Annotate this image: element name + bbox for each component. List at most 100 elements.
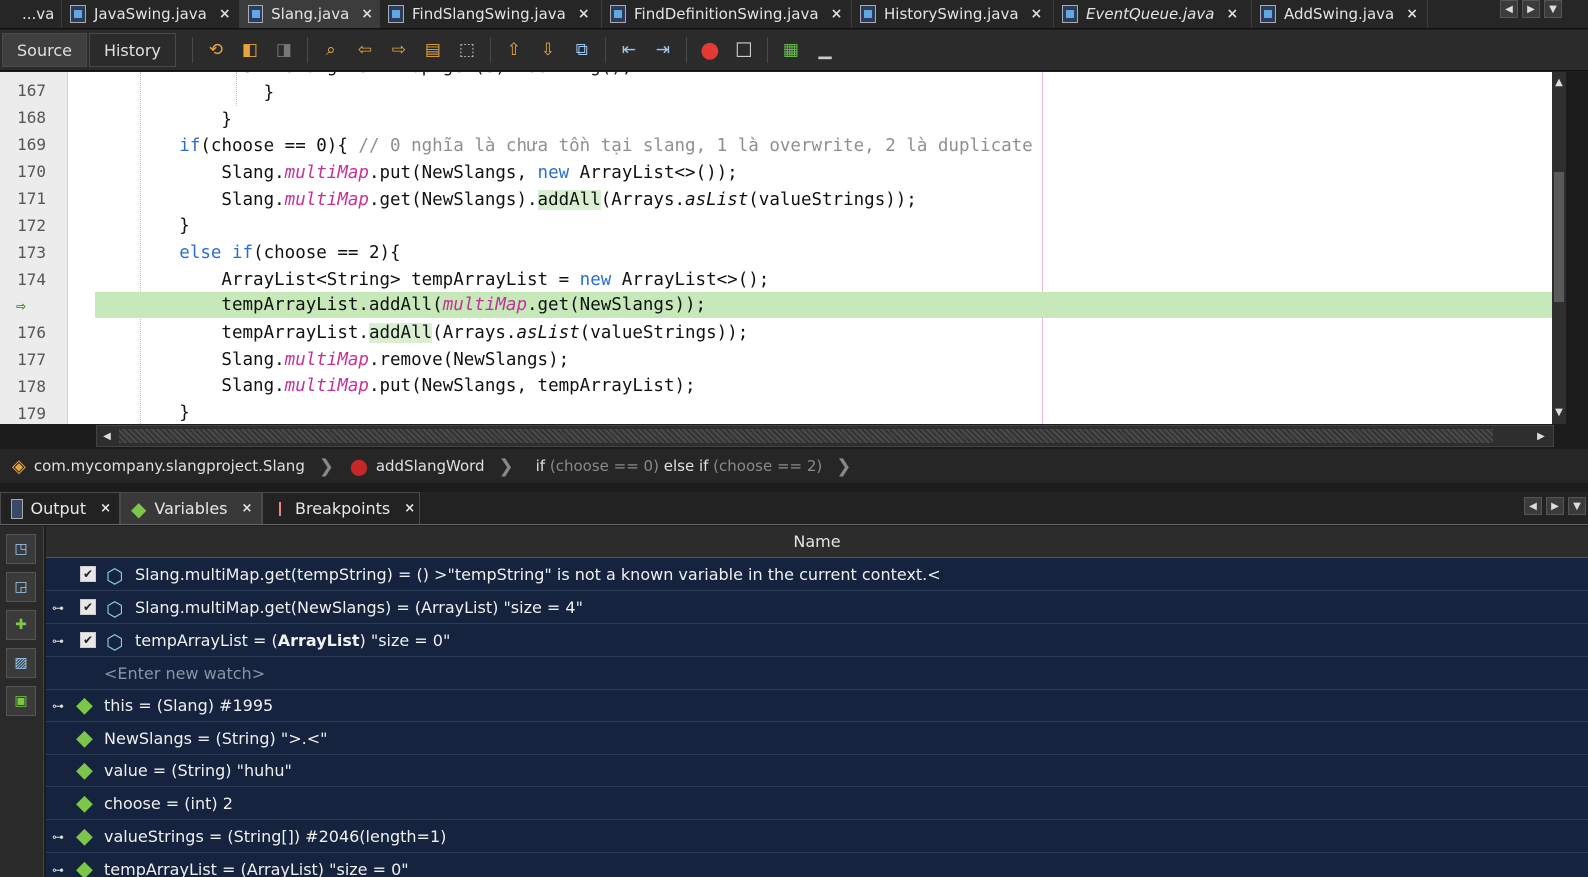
scroll-tabs-right-icon[interactable]: ▶ xyxy=(1546,497,1564,515)
horizontal-scrollbar[interactable]: ◀ ▶ xyxy=(96,425,1554,447)
panel-tab-navigation: ◀ ▶ ▼ xyxy=(1524,497,1586,515)
variable-row[interactable]: ⊶ ◆ this = (Slang) #1995 xyxy=(46,689,1588,722)
scroll-tabs-right-icon[interactable]: ▶ xyxy=(1522,0,1540,18)
code-editor[interactable]: 167 168 169 170 171 172 173 174 ⇨ 176 17… xyxy=(0,72,1566,424)
create-watch-icon[interactable]: ✚ xyxy=(6,610,36,640)
watch-row[interactable]: ⊶ ✔ ⬡ Slang.multiMap.get(NewSlangs) = (A… xyxy=(46,591,1588,624)
breadcrumb-class-label: com.mycompany.slangproject.Slang xyxy=(33,457,305,475)
expand-node-icon[interactable]: ⊶ xyxy=(52,601,70,615)
evaluate-expression-icon[interactable]: ▨ xyxy=(6,648,36,678)
history-view-button[interactable]: History xyxy=(88,33,176,67)
close-icon[interactable]: × xyxy=(578,6,590,22)
code-line: tempArrayList.addAll(Arrays.asList(value… xyxy=(95,323,749,343)
next-bookmark-icon[interactable]: ⇩ xyxy=(537,39,559,61)
editor-tab-overflow[interactable]: ...va xyxy=(0,0,62,28)
tab-output[interactable]: Output × xyxy=(0,492,120,524)
column-header-name[interactable]: Name xyxy=(46,526,1588,558)
code-line: } xyxy=(95,83,275,103)
watch-enabled-checkbox[interactable]: ✔ xyxy=(80,599,96,615)
watch-row[interactable]: ⊶ ✔ ⬡ tempArrayList = (ArrayList) "size … xyxy=(46,624,1588,657)
breadcrumb-method[interactable]: ⬤ addSlangWord ❯ xyxy=(350,456,524,477)
watch-enabled-checkbox[interactable]: ✔ xyxy=(80,632,96,648)
variable-value: value = (String) "huhu" xyxy=(104,760,292,780)
editor-tab-javaswing[interactable]: JavaSwing.java × xyxy=(62,0,240,28)
shift-left-icon[interactable]: ⇤ xyxy=(618,39,640,61)
close-icon[interactable]: × xyxy=(404,501,415,516)
toggle-bookmark-icon[interactable]: ⧉ xyxy=(571,39,593,61)
variable-row[interactable]: ⊶ ◆ tempArrayList = (ArrayList) "size = … xyxy=(46,853,1588,877)
new-watch-row[interactable]: <Enter new watch> xyxy=(46,657,1588,690)
scroll-up-icon[interactable]: ▲ xyxy=(1551,74,1567,90)
uncomment-icon[interactable]: ▁ xyxy=(814,39,836,61)
close-icon[interactable]: × xyxy=(361,6,373,22)
new-watch-placeholder[interactable]: <Enter new watch> xyxy=(104,664,265,683)
current-execution-line: tempArrayList.addAll(multiMap.get(NewSla… xyxy=(95,292,1555,318)
watch-enabled-checkbox[interactable]: ✔ xyxy=(80,566,96,582)
stop-macro-recording-icon[interactable]: ☐ xyxy=(733,38,755,62)
variable-row[interactable]: ◆ choose = (int) 2 xyxy=(46,787,1588,820)
last-edit-icon[interactable]: ⟲ xyxy=(205,39,227,61)
toggle-highlight-icon[interactable]: ▤ xyxy=(422,39,444,61)
source-view-button[interactable]: Source xyxy=(2,33,87,67)
previous-bookmark-icon[interactable]: ⇧ xyxy=(503,39,525,61)
close-icon[interactable]: × xyxy=(1031,6,1043,22)
breadcrumb: ◈ com.mycompany.slangproject.Slang ❯ ⬤ a… xyxy=(0,449,1588,483)
variable-row[interactable]: ⊶ ◆ valueStrings = (String[]) #2046(leng… xyxy=(46,820,1588,853)
line-number-gutter[interactable]: 167 168 169 170 171 172 173 174 ⇨ 176 17… xyxy=(0,72,68,424)
show-values-icon[interactable]: ▣ xyxy=(6,686,36,716)
close-icon[interactable]: × xyxy=(100,501,111,516)
editor-tab-slang[interactable]: Slang.java × xyxy=(240,0,380,28)
line-number: 174 xyxy=(17,270,46,289)
breadcrumb-condition[interactable]: if (choose == 0) else if (choose == 2) ❯ xyxy=(536,456,862,477)
find-selection-icon[interactable]: ⌕ xyxy=(320,39,342,61)
vertical-scrollbar[interactable]: ▲ ▼ xyxy=(1552,72,1566,424)
variable-icon: ◆ xyxy=(76,791,93,816)
watch-row[interactable]: ✔ ⬡ Slang.multiMap.get(tempString) = () … xyxy=(46,558,1588,591)
close-icon[interactable]: × xyxy=(831,6,843,22)
show-static-icon[interactable]: ◳ xyxy=(6,534,36,564)
toolbar-separator xyxy=(191,37,193,63)
editor-tab-eventqueue[interactable]: EventQueue.java × xyxy=(1054,0,1252,28)
find-previous-icon[interactable]: ⇦ xyxy=(354,39,376,61)
close-icon[interactable]: × xyxy=(242,501,253,516)
editor-tab-historyswing[interactable]: HistorySwing.java × xyxy=(852,0,1054,28)
forward-icon[interactable]: ◨ xyxy=(273,39,295,61)
scroll-tabs-left-icon[interactable]: ◀ xyxy=(1500,0,1518,18)
editor-tab-findslangswing[interactable]: FindSlangSwing.java × xyxy=(380,0,602,28)
toggle-rectangular-selection-icon[interactable]: ⬚ xyxy=(456,39,478,61)
breadcrumb-class[interactable]: ◈ com.mycompany.slangproject.Slang ❯ xyxy=(12,456,344,477)
scroll-left-icon[interactable]: ◀ xyxy=(99,428,115,444)
tab-variables[interactable]: ◆ Variables × xyxy=(120,492,262,524)
editor-tab-addswing[interactable]: AddSwing.java × xyxy=(1252,0,1428,28)
scroll-tabs-left-icon[interactable]: ◀ xyxy=(1524,497,1542,515)
close-icon[interactable]: × xyxy=(1226,6,1238,22)
toolbar-separator xyxy=(306,37,308,63)
scroll-right-icon[interactable]: ▶ xyxy=(1533,428,1549,444)
show-inherited-icon[interactable]: ◲ xyxy=(6,572,36,602)
scrollbar-track[interactable] xyxy=(119,429,1493,443)
find-next-icon[interactable]: ⇨ xyxy=(388,39,410,61)
breadcrumb-else-if-keyword: else if xyxy=(663,457,709,475)
expand-node-icon[interactable]: ⊶ xyxy=(52,634,70,648)
tab-breakpoints[interactable]: Breakpoints × xyxy=(262,492,420,524)
scrollbar-thumb[interactable] xyxy=(1554,172,1564,302)
close-icon[interactable]: × xyxy=(219,6,231,22)
variable-row[interactable]: ◆ NewSlangs = (String) ">.<" xyxy=(46,722,1588,755)
show-opened-documents-icon[interactable]: ▼ xyxy=(1544,0,1562,18)
expand-node-icon[interactable]: ⊶ xyxy=(52,830,70,844)
java-form-file-icon xyxy=(388,5,404,23)
code-line: else if(choose == 2){ xyxy=(179,243,401,263)
back-icon[interactable]: ◧ xyxy=(239,39,261,61)
variable-icon: ◆ xyxy=(76,693,93,718)
variables-table: Name ✔ ⬡ Slang.multiMap.get(tempString) … xyxy=(46,526,1588,877)
editor-tab-finddefinitionswing[interactable]: FindDefinitionSwing.java × xyxy=(602,0,852,28)
expand-node-icon[interactable]: ⊶ xyxy=(52,699,70,713)
close-icon[interactable]: × xyxy=(1406,6,1418,22)
expand-node-icon[interactable]: ⊶ xyxy=(52,863,70,877)
show-opened-documents-icon[interactable]: ▼ xyxy=(1568,497,1586,515)
scroll-down-icon[interactable]: ▼ xyxy=(1551,404,1567,420)
comment-icon[interactable]: ▦ xyxy=(780,39,802,61)
variable-row[interactable]: ◆ value = (String) "huhu" xyxy=(46,754,1588,787)
shift-right-icon[interactable]: ⇥ xyxy=(652,39,674,61)
start-macro-recording-icon[interactable]: ● xyxy=(699,38,721,63)
